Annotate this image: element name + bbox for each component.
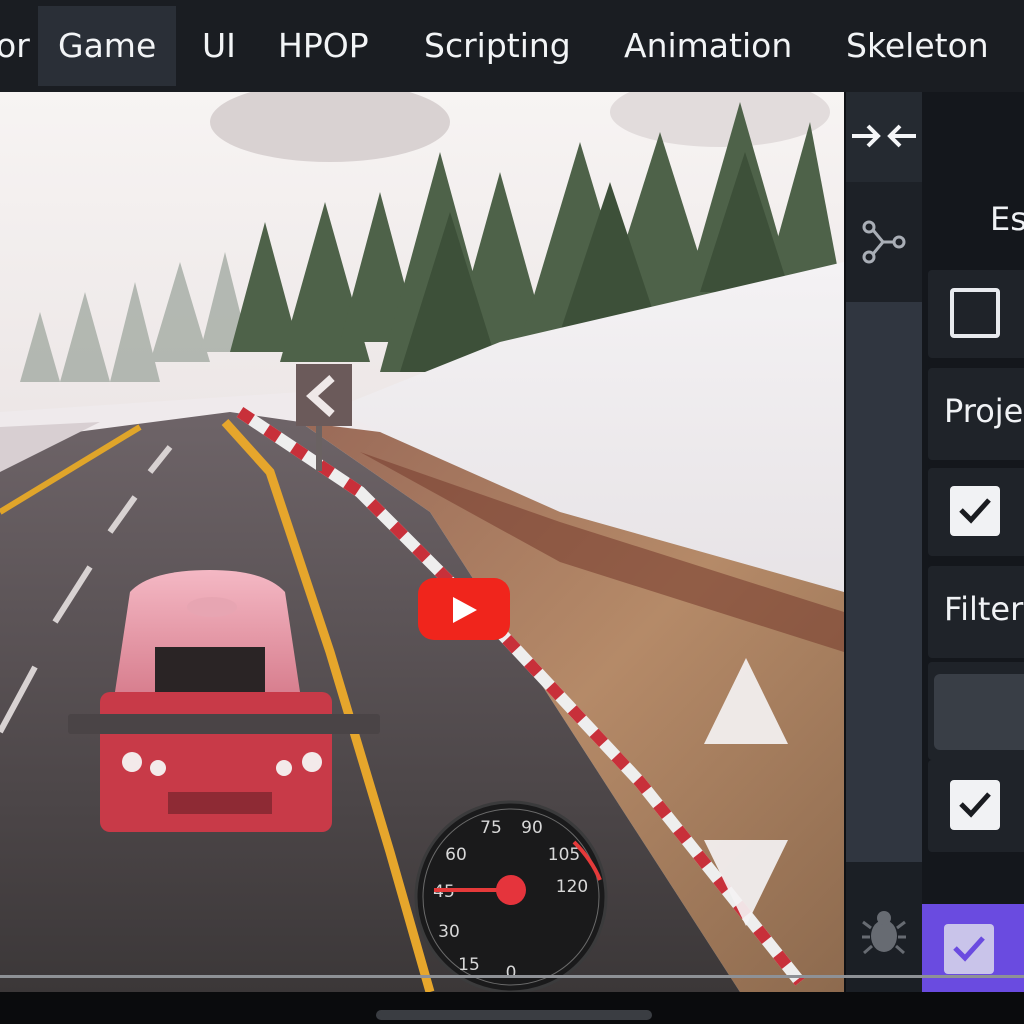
game-viewport[interactable]: 15 30 45 60 75 90 105 120 0 [0,92,844,992]
menu-item-hpop[interactable]: HPOP [278,6,369,86]
bug-icon[interactable] [846,904,922,958]
speed-tick-30: 30 [438,922,460,942]
panel-row-es-label: Es [990,200,1024,238]
brake-down-icon[interactable] [704,840,788,926]
menu-item-scripting[interactable]: Scripting [424,6,571,86]
panel-row-checkbox-1 [928,270,1024,358]
panel-row-project: Proje [928,368,1024,460]
panel-row-filter: Filter [928,566,1024,658]
menu-item-game[interactable]: Game [38,6,177,86]
top-menu-bar: or Game UI HPOP Scripting Animation Skel… [0,0,1024,92]
video-progress-track[interactable] [0,975,1024,978]
accelerate-up-icon[interactable] [704,658,788,744]
panel-row-project-label: Proje [944,392,1024,430]
checkbox-checked[interactable] [950,780,1000,830]
collapse-arrows-icon[interactable] [846,112,922,160]
node-graph-icon[interactable] [846,216,922,268]
youtube-play-icon[interactable] [418,578,510,640]
menu-item-ui[interactable]: UI [202,6,236,86]
menu-item-editor[interactable]: or [0,6,30,86]
panel-row-highlighted [922,904,1024,992]
panel-row-checkbox-3 [928,760,1024,852]
speed-tick-120: 120 [556,877,588,897]
panel-row-filter-label: Filter [944,590,1024,628]
checkbox-unchecked[interactable] [950,288,1000,338]
properties-panel: Es Proje Filter [922,92,1024,992]
speed-tick-90: 90 [521,818,543,838]
home-indicator[interactable] [376,1010,652,1020]
checkbox-checked[interactable] [944,924,994,974]
speed-tick-75: 75 [480,818,502,838]
speed-tick-0: 0 [506,963,517,983]
checkbox-checked[interactable] [950,486,1000,536]
speedometer: 15 30 45 60 75 90 105 120 0 [414,800,608,992]
panel-row-checkbox-2 [928,468,1024,556]
panel-row-filter-input [928,662,1024,760]
editor-toolbar [846,92,922,992]
filter-input[interactable] [934,674,1024,750]
menu-item-animation[interactable]: Animation [624,6,792,86]
speed-tick-60: 60 [445,845,467,865]
speed-tick-15: 15 [458,955,480,975]
menu-item-skeleton[interactable]: Skeleton [846,6,989,86]
speed-tick-105: 105 [548,845,580,865]
